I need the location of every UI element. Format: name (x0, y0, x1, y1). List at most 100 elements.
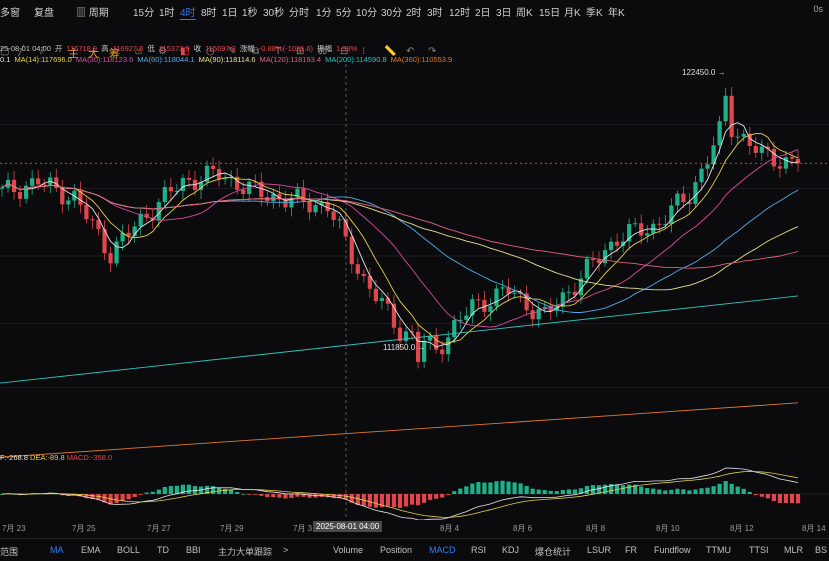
candle-body (777, 166, 783, 169)
candle-body (596, 260, 602, 264)
more-left-arrow[interactable]: > (283, 545, 288, 555)
macd-bar (753, 494, 758, 496)
macd-bar (253, 494, 258, 495)
candle-body (590, 258, 596, 261)
tb-5m[interactable]: 5分 (336, 4, 352, 19)
macd-bar (669, 489, 674, 494)
macd-bar (283, 494, 288, 499)
indicator-tabs: 范围 MA EMA BOLL TD BBI 主力大单跟踪 > Volume Po… (0, 538, 829, 561)
candle-body (735, 136, 740, 138)
macd-bar (789, 494, 795, 504)
tb-1m[interactable]: 1分 (316, 4, 332, 19)
tb-1s[interactable]: 1秒 (242, 4, 258, 19)
macd-bar (729, 483, 734, 494)
tb-15d[interactable]: 15日 (539, 4, 560, 19)
macd-bar (295, 494, 300, 497)
x-label: 7月 23 (2, 524, 26, 533)
macd-bar (223, 488, 228, 494)
volume-tab[interactable]: Volume (333, 545, 363, 555)
macd-bar (464, 486, 469, 494)
macd-bar (259, 494, 264, 496)
tb-2h[interactable]: 2时 (406, 4, 422, 19)
ema-tab[interactable]: EMA (81, 545, 101, 555)
tb-period-dropdown[interactable]: ▥ 周期 (76, 4, 109, 19)
high-price-label: 122450.0 → (682, 68, 726, 77)
tb-replay[interactable]: 复盘 (34, 4, 54, 19)
tb-month[interactable]: 月K (564, 4, 581, 19)
tb-year[interactable]: 年K (608, 4, 625, 19)
candle-body (108, 253, 113, 264)
macd-tab[interactable]: MACD (429, 545, 456, 555)
macd-bar (144, 492, 149, 494)
ttmu-tab[interactable]: TTMU (706, 545, 731, 555)
change-value: -0.88%(-1021.6) (258, 44, 314, 53)
macd-bar (428, 494, 433, 500)
ttsi-tab[interactable]: TTSI (749, 545, 769, 555)
tb-1h[interactable]: 1时 (159, 4, 175, 19)
macd-bar (500, 480, 505, 494)
macd-bar (506, 481, 511, 494)
ma-readout: 0.1 MA(14):117696.0 MA(30):118123.6 MA(60):… (0, 55, 456, 64)
ma360-line (0, 402, 799, 458)
mlr-tab[interactable]: MLR (784, 545, 803, 555)
rsi-tab[interactable]: RSI (471, 545, 486, 555)
chart-canvas[interactable] (0, 64, 829, 521)
tb-timeline[interactable]: 分时 (289, 4, 309, 19)
candle-body (639, 223, 644, 236)
candle-body (84, 204, 89, 220)
tb-quarter[interactable]: 季K (586, 4, 603, 19)
tb-30s[interactable]: 30秒 (263, 4, 284, 19)
low-value: 115373.9 (158, 44, 190, 53)
candle-body (633, 223, 638, 225)
macd-bar (241, 493, 246, 495)
big-order-tab[interactable]: 主力大单跟踪 (218, 545, 272, 558)
tb-3h[interactable]: 3时 (427, 4, 443, 19)
tb-30m[interactable]: 30分 (381, 4, 402, 19)
tb-15m[interactable]: 15分 (133, 4, 154, 19)
tb-1d[interactable]: 1日 (222, 4, 238, 19)
macd-bar (156, 489, 161, 494)
x-label: 8月 4 (440, 524, 460, 533)
fundflow-tab[interactable]: Fundflow (654, 545, 691, 555)
liquidation-tab[interactable]: 爆仓统计 (535, 545, 571, 558)
macd-bar (524, 485, 529, 494)
macd-bar (542, 490, 547, 494)
macd-bar (174, 485, 179, 494)
tb-2d[interactable]: 2日 (475, 4, 491, 19)
candle-body (759, 146, 764, 153)
fr-tab[interactable]: FR (625, 545, 637, 555)
tb-3d[interactable]: 3日 (496, 4, 512, 19)
macd-bar (434, 494, 439, 499)
tb-8h[interactable]: 8时 (201, 4, 217, 19)
lsur-tab[interactable]: LSUR (587, 545, 611, 555)
x-axis: 7月 23 7月 25 7月 27 7月 29 7月 3 8月 4 8月 6 8… (0, 520, 829, 534)
macd-bar (645, 488, 650, 494)
macd-bar (693, 489, 698, 494)
tb-multiwin[interactable]: 多窗 (0, 4, 20, 19)
tb-4h[interactable]: 4时 (180, 4, 196, 20)
macd-bar (735, 486, 740, 494)
bbi-tab[interactable]: BBI (186, 545, 201, 555)
open-label: 开 (54, 44, 63, 53)
kdj-tab[interactable]: KDJ (502, 545, 519, 555)
candle-body (307, 201, 312, 213)
candle-body (355, 264, 360, 274)
ma-tab[interactable]: MA (50, 545, 64, 555)
macd-bar (452, 491, 457, 494)
candle-body (699, 168, 704, 183)
range-tab[interactable]: 范围 (0, 545, 18, 558)
tb-week[interactable]: 周K (516, 4, 533, 19)
candlestick-chart[interactable] (0, 64, 829, 521)
position-tab[interactable]: Position (380, 545, 412, 555)
candle-body (36, 178, 41, 185)
candle-body (705, 164, 710, 169)
bs-tab[interactable]: BS (815, 545, 827, 555)
td-tab[interactable]: TD (157, 545, 169, 555)
boll-tab[interactable]: BOLL (117, 545, 140, 555)
amp-value: 1.33% (336, 44, 358, 53)
candle-body (90, 219, 95, 221)
x-label: 8月 10 (656, 524, 680, 533)
macd-bar (415, 494, 421, 506)
tb-12h[interactable]: 12时 (449, 4, 470, 19)
tb-10m[interactable]: 10分 (356, 4, 377, 19)
